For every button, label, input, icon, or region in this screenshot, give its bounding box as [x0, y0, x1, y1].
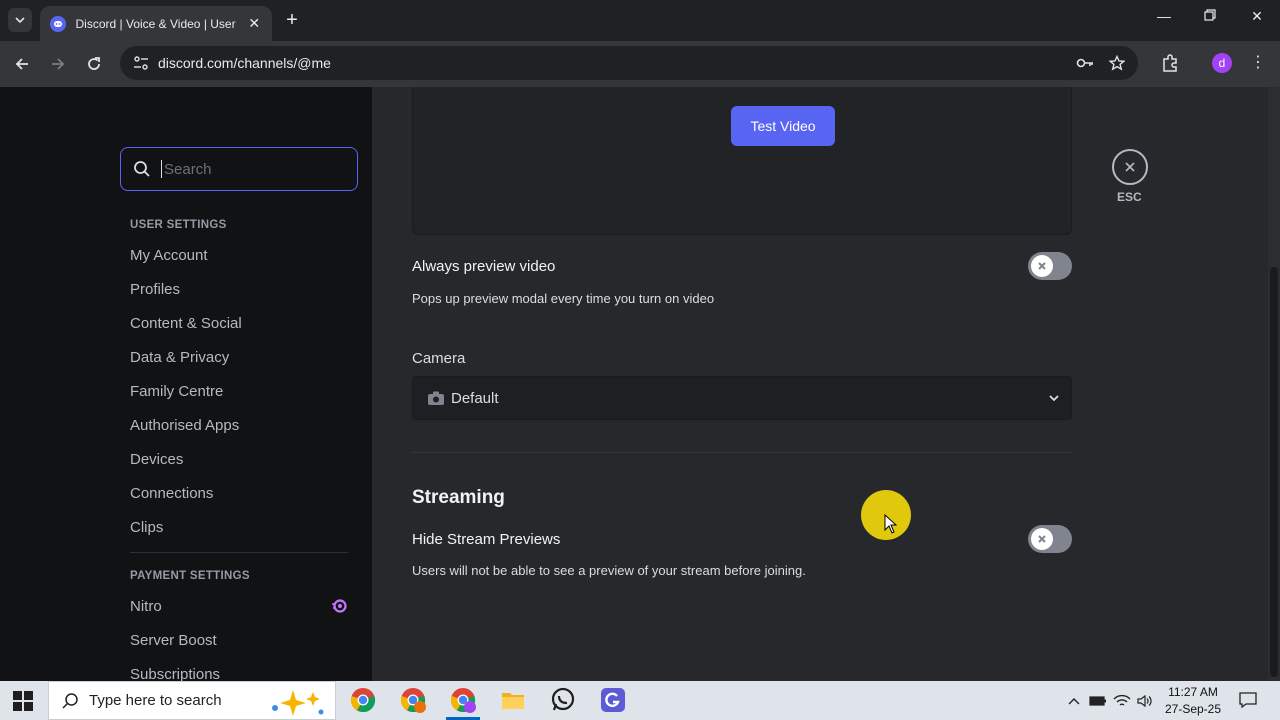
restore-icon[interactable] [1200, 8, 1220, 24]
chevron-down-icon [15, 17, 25, 24]
test-video-button[interactable]: Test Video [731, 106, 835, 146]
sidebar-item-profiles[interactable]: Profiles [130, 281, 180, 298]
window-close-icon[interactable]: ✕ [1247, 8, 1267, 25]
back-icon[interactable] [11, 53, 33, 75]
tab-title: Discord | Voice & Video | User Settings [75, 16, 239, 31]
sidebar-item-subscriptions[interactable]: Subscriptions [130, 666, 220, 681]
site-info-icon[interactable] [132, 54, 150, 72]
sidebar-item-clips[interactable]: Clips [130, 519, 163, 536]
reload-icon[interactable] [83, 53, 105, 75]
bookmark-star-icon[interactable] [1108, 54, 1126, 72]
browser-tab-bar: Discord | Voice & Video | User Settings … [0, 0, 1280, 41]
clock-date: 27-Sep-25 [1164, 702, 1222, 716]
sidebar-item-devices[interactable]: Devices [130, 451, 183, 468]
discord-favicon-icon [50, 15, 66, 32]
search-placeholder: Search [164, 160, 212, 178]
camera-icon [428, 391, 444, 405]
new-tab-button[interactable]: + [282, 10, 302, 30]
search-highlight-sparkle-icon [272, 690, 324, 716]
content-scrollbar[interactable] [1268, 87, 1280, 681]
notification-center-icon[interactable] [1238, 691, 1258, 709]
wifi-icon[interactable] [1113, 692, 1131, 710]
tab-search-button[interactable] [8, 8, 32, 32]
sidebar-item-content-social[interactable]: Content & Social [130, 315, 242, 332]
toggle-off-icon [1031, 255, 1053, 277]
sidebar-item-my-account[interactable]: My Account [130, 247, 208, 264]
minimize-icon[interactable]: — [1154, 8, 1174, 24]
sidebar-item-connections[interactable]: Connections [130, 485, 213, 502]
sidebar-item-authorised-apps[interactable]: Authorised Apps [130, 417, 239, 434]
search-icon [62, 692, 78, 709]
close-settings-button[interactable] [1112, 149, 1148, 185]
sidebar-item-nitro[interactable]: Nitro [130, 598, 162, 615]
profile-avatar[interactable]: d [1212, 53, 1232, 73]
password-key-icon[interactable] [1076, 54, 1094, 72]
browser-tab-discord[interactable]: Discord | Voice & Video | User Settings … [40, 6, 272, 41]
text-caret [161, 160, 162, 178]
battery-icon[interactable] [1089, 692, 1107, 710]
section-divider [412, 452, 1072, 453]
nitro-icon [332, 599, 347, 613]
mouse-pointer-icon [884, 514, 898, 534]
chrome-profile-d-icon[interactable] [450, 687, 476, 713]
camera-select[interactable]: Default [412, 376, 1072, 420]
extensions-puzzle-icon[interactable] [1160, 53, 1180, 73]
taskbar-clock[interactable]: 11:27 AM 27-Sep-25 [1158, 684, 1228, 718]
settings-sidebar: Search USER SETTINGS My Account Profiles… [0, 87, 372, 681]
payment-settings-heading: PAYMENT SETTINGS [130, 570, 250, 582]
sidebar-item-family-centre[interactable]: Family Centre [130, 383, 223, 400]
forward-icon[interactable] [47, 53, 69, 75]
taskbar-search-placeholder: Type here to search [89, 692, 222, 709]
windows-start-icon[interactable] [12, 690, 34, 712]
url-text: discord.com/channels/@me [158, 55, 331, 71]
always-preview-toggle[interactable] [1028, 252, 1072, 280]
windows-taskbar: Type here to search 11:27 AM 27-Sep-25 [0, 681, 1280, 720]
sidebar-divider [130, 552, 348, 553]
browser-menu-icon[interactable]: ⋮ [1250, 52, 1266, 74]
close-icon [1125, 162, 1135, 172]
sidebar-item-data-privacy[interactable]: Data & Privacy [130, 349, 229, 366]
sidebar-item-server-boost[interactable]: Server Boost [130, 632, 217, 649]
always-preview-desc: Pops up preview modal every time you tur… [412, 291, 715, 306]
streaming-heading: Streaming [412, 487, 505, 508]
tab-close-icon[interactable]: ✕ [246, 15, 262, 32]
video-preview-area: Test Video [412, 87, 1072, 235]
whatsapp-icon[interactable] [550, 687, 576, 713]
taskbar-search-input[interactable]: Type here to search [48, 681, 336, 720]
clock-time: 11:27 AM [1168, 685, 1218, 699]
chevron-down-icon [1049, 395, 1059, 402]
volume-icon[interactable] [1136, 692, 1154, 710]
hide-stream-previews-toggle[interactable] [1028, 525, 1072, 553]
esc-label: ESC [1117, 190, 1142, 204]
chrome-icon[interactable] [350, 687, 376, 713]
always-preview-title: Always preview video [412, 258, 556, 275]
chrome-profile-n-icon[interactable] [400, 687, 426, 713]
user-settings-heading: USER SETTINGS [130, 219, 227, 231]
file-explorer-icon[interactable] [500, 687, 526, 713]
settings-content: Test Video Always preview video Pops up … [372, 87, 1270, 681]
camera-select-value: Default [451, 389, 499, 407]
scrollbar-thumb[interactable] [1270, 267, 1278, 677]
camera-label: Camera [412, 350, 466, 367]
address-bar[interactable]: discord.com/channels/@me [120, 46, 1138, 80]
gemini-app-icon[interactable] [600, 687, 626, 713]
settings-search-input[interactable]: Search [120, 147, 358, 191]
hide-stream-previews-desc: Users will not be able to see a preview … [412, 563, 806, 578]
toggle-off-icon [1031, 528, 1053, 550]
search-icon [134, 161, 150, 177]
hide-stream-previews-title: Hide Stream Previews [412, 531, 561, 548]
tray-overflow-chevron-icon[interactable] [1065, 692, 1083, 710]
browser-toolbar: discord.com/channels/@me [0, 41, 1280, 87]
